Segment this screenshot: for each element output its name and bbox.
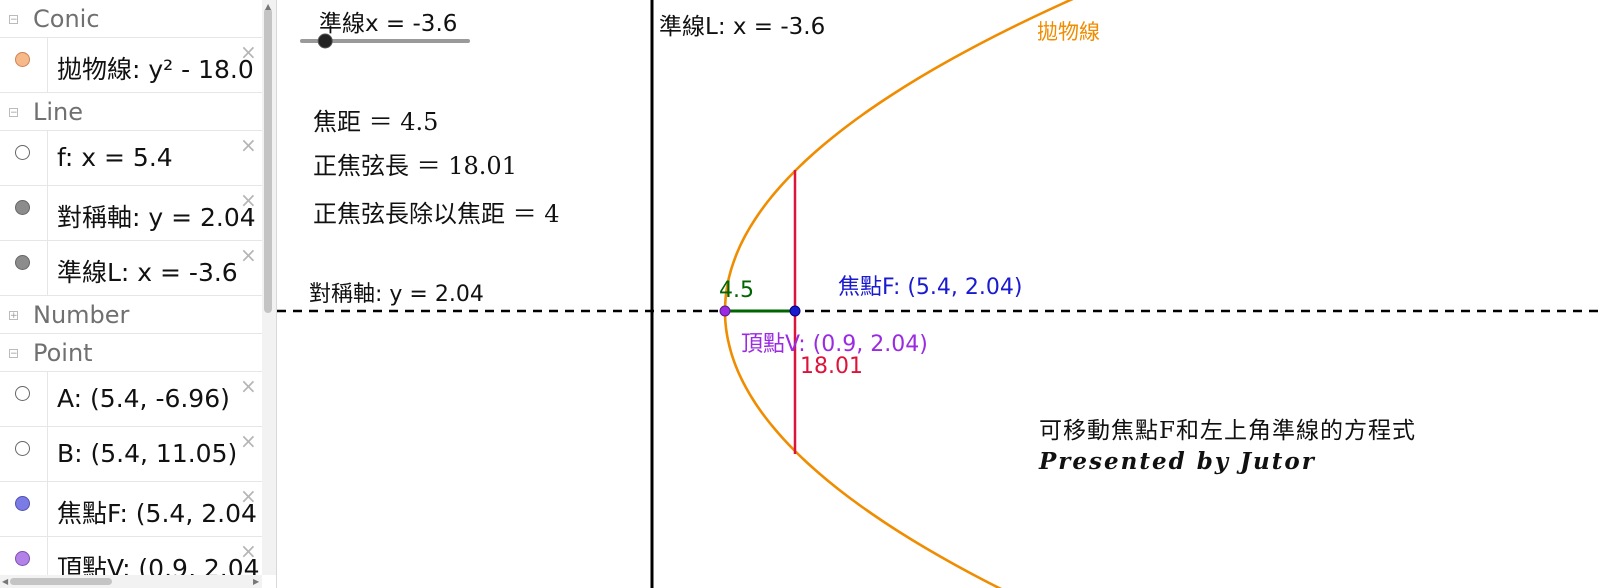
latus-rectum-text: 正焦弦長 ＝ 18.01 (313, 152, 517, 180)
group-number[interactable]: + Number (0, 296, 276, 334)
collapse-icon[interactable]: − (9, 349, 18, 359)
scroll-left-arrow-icon[interactable]: ◀ (2, 577, 8, 586)
latus-length-label: 18.01 (800, 354, 863, 379)
vertical-scroll-thumb[interactable] (264, 8, 272, 313)
algebra-item-text[interactable]: A: (5.4, -6.96) (57, 384, 230, 413)
algebra-item-text[interactable]: 對稱軸: y = 2.04 (57, 198, 256, 234)
visibility-toggle[interactable] (15, 200, 30, 215)
close-icon[interactable]: × (240, 429, 257, 453)
collapse-icon[interactable]: − (9, 108, 18, 118)
algebra-item-point-a[interactable]: A: (5.4, -6.96) × (0, 372, 276, 427)
parabola-label: 拋物線 (1037, 20, 1100, 44)
group-point[interactable]: − Point (0, 334, 276, 372)
slider-label: 準線x = -3.6 (319, 11, 458, 37)
algebra-item-point-b[interactable]: B: (5.4, 11.05) × (0, 427, 276, 482)
algebra-view: − Conic 拋物線: y² - 18.0 × − Line f: x = 5… (0, 0, 277, 588)
algebra-item-text[interactable]: 拋物線: y² - 18.0 (57, 50, 254, 86)
group-label: Conic (33, 5, 100, 33)
visibility-toggle[interactable] (15, 441, 30, 456)
focus-point[interactable] (789, 305, 801, 317)
vertex-point[interactable] (719, 305, 731, 317)
close-icon[interactable]: × (240, 243, 257, 267)
algebra-item-parabola[interactable]: 拋物線: y² - 18.0 × (0, 38, 276, 93)
instruction-text: 可移動焦點F和左上角準線的方程式 (1039, 418, 1416, 444)
ratio-text: 正焦弦長除以焦距 ＝ 4 (313, 200, 560, 228)
group-label: Number (33, 301, 130, 329)
group-label: Point (33, 339, 93, 367)
collapse-icon[interactable]: − (9, 15, 18, 25)
expand-icon[interactable]: + (9, 311, 18, 321)
scroll-up-arrow-icon[interactable]: ▲ (265, 2, 271, 11)
scroll-right-arrow-icon[interactable]: ▶ (253, 577, 259, 586)
focal-distance-text: 焦距 ＝ 4.5 (313, 108, 439, 136)
horizontal-scroll-thumb[interactable] (10, 578, 112, 585)
algebra-item-focus[interactable]: 焦點F: (5.4, 2.04 × (0, 482, 276, 537)
close-icon[interactable]: × (240, 539, 257, 563)
visibility-toggle[interactable] (15, 386, 30, 401)
algebra-item-line-f[interactable]: f: x = 5.4 × (0, 131, 276, 186)
close-icon[interactable]: × (240, 40, 257, 64)
algebra-item-text[interactable]: f: x = 5.4 (57, 143, 173, 172)
segment-length-label: 4.5 (719, 278, 754, 303)
group-conic[interactable]: − Conic (0, 0, 276, 38)
group-line[interactable]: − Line (0, 93, 276, 131)
algebra-item-text[interactable]: 準線L: x = -3.6 (57, 253, 238, 289)
visibility-toggle[interactable] (15, 496, 30, 511)
algebra-item-text[interactable]: 焦點F: (5.4, 2.04 (57, 494, 257, 530)
close-icon[interactable]: × (240, 374, 257, 398)
group-label: Line (33, 98, 84, 126)
axis-label: 對稱軸: y = 2.04 (309, 282, 484, 307)
visibility-toggle[interactable] (15, 255, 30, 270)
visibility-toggle[interactable] (15, 52, 30, 67)
visibility-toggle[interactable] (15, 551, 30, 566)
algebra-item-axis[interactable]: 對稱軸: y = 2.04 × (0, 186, 276, 241)
directrix-label: 準線L: x = -3.6 (659, 14, 826, 40)
algebra-item-text[interactable]: B: (5.4, 11.05) (57, 439, 237, 468)
focus-label: 焦點F: (5.4, 2.04) (838, 275, 1023, 300)
close-icon[interactable]: × (240, 484, 257, 508)
close-icon[interactable]: × (240, 188, 257, 212)
graphics-view[interactable]: 準線x = -3.6 準線L: x = -3.6 拋物線 焦距 ＝ 4.5 正焦… (277, 0, 1600, 588)
credit-text: Presented by Jutor (1039, 448, 1316, 475)
visibility-toggle[interactable] (15, 145, 30, 160)
algebra-item-directrix[interactable]: 準線L: x = -3.6 × (0, 241, 276, 296)
close-icon[interactable]: × (240, 133, 257, 157)
